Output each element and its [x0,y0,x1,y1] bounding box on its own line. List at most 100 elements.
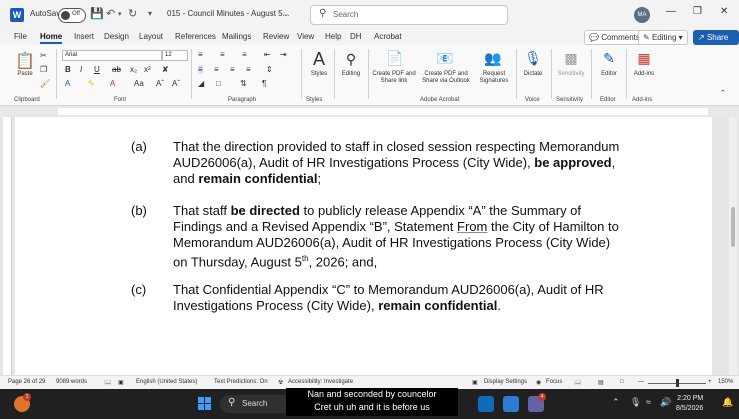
increase-indent-icon[interactable]: ⇥ [280,50,287,59]
minimize-icon[interactable]: — [666,6,676,17]
document-title[interactable]: 015 - Council Minutes - August 5... [167,9,289,18]
outlook-icon[interactable] [478,396,494,412]
font-size-select[interactable]: 12 [162,50,188,61]
document-page[interactable]: (a) That the direction provided to staff … [15,117,712,375]
word-count[interactable]: 9089 words [56,379,87,385]
page-count[interactable]: Page 26 of 29 [8,379,45,385]
sensitivity-icon[interactable]: ▩ [560,50,582,67]
line-spacing-icon[interactable]: ⇕ [266,65,273,74]
share-button[interactable]: ↗ Share ▾ [693,30,739,55]
vertical-scrollbar[interactable] [729,117,737,375]
notifications-icon[interactable]: 🔔 [722,397,733,408]
zoom-level[interactable]: 150% [718,379,733,385]
display-settings-icon[interactable]: ▣ [472,379,478,386]
editor-icon[interactable]: ✎ [598,50,620,67]
sort-icon[interactable]: ⇅ [240,79,247,88]
restore-icon[interactable]: ❐ [693,6,702,17]
volume-icon[interactable]: 🔊 [660,397,671,408]
scrollbar-thumb[interactable] [731,207,735,247]
bold-button[interactable]: B [65,65,71,74]
superscript-button[interactable]: x² [144,65,151,74]
tab-insert[interactable]: Insert [74,32,94,41]
copy-icon[interactable]: ❐ [40,65,47,74]
vertical-ruler[interactable] [3,117,12,375]
addins-icon[interactable]: ▦ [633,50,655,67]
language-status[interactable]: English (United States) [136,379,197,385]
justify-icon[interactable]: ≡ [246,65,251,74]
zoom-in-icon[interactable]: + [708,379,712,385]
close-icon[interactable]: ✕ [720,6,728,17]
change-case-icon[interactable]: Aa [134,79,144,88]
accessibility-status[interactable]: Accessibility: Investigate [288,379,353,385]
undo-icon[interactable]: ↶ [106,7,115,20]
tab-review[interactable]: Review [263,32,289,41]
tab-dh[interactable]: DH [350,32,362,41]
track-icon[interactable]: ▣ [118,379,124,386]
align-center-icon[interactable]: ≡ [214,65,219,74]
request-signatures-icon[interactable]: 👥 [482,50,504,67]
search-box[interactable]: ⚲ Search [310,5,508,25]
shading-icon[interactable]: ◢ [198,79,204,88]
display-settings[interactable]: Display Settings [484,379,527,385]
strikethrough-button[interactable]: ab [112,65,121,74]
tab-help[interactable]: Help [325,32,341,41]
format-painter-icon[interactable]: 🖌 [40,79,50,88]
create-pdf-outlook-icon[interactable]: 📧 [434,50,456,67]
microphone-icon[interactable]: 🎙 [522,50,544,67]
italic-button[interactable]: I [80,65,82,74]
tab-home[interactable]: Home [40,32,63,44]
borders-icon[interactable]: □ [216,79,221,88]
tab-references[interactable]: References [175,32,216,41]
tab-mailings[interactable]: Mailings [222,32,251,41]
system-clock[interactable]: 2:20 PM 8/5/2026 [676,394,703,414]
editing-mode-button[interactable]: ✎ Editing ▾ [638,30,688,45]
tab-file[interactable]: File [14,32,27,41]
text-predictions-status[interactable]: Text Predictions: On [214,379,268,385]
styles-icon[interactable]: A [308,49,330,70]
paste-icon[interactable]: 📋 [14,51,36,71]
word-taskbar-icon[interactable] [503,396,519,412]
avatar[interactable]: MA [634,7,650,23]
customize-qat-icon[interactable]: ▾ [148,9,152,18]
text-effects-icon[interactable]: A [65,79,70,88]
highlight-icon[interactable]: ✎ [88,79,95,88]
cut-icon[interactable]: ✂ [40,51,47,60]
windows-start-icon[interactable] [198,397,212,411]
zoom-slider-thumb[interactable] [676,379,679,387]
clear-formatting-icon[interactable]: ✘ [162,65,169,74]
decrease-indent-icon[interactable]: ⇤ [264,50,271,59]
print-layout-icon[interactable]: ▤ [598,379,604,386]
tab-layout[interactable]: Layout [139,32,163,41]
numbering-icon[interactable]: ≡ [220,50,225,59]
read-mode-icon[interactable]: 📖 [574,379,581,386]
show-marks-icon[interactable]: ¶ [262,79,266,88]
undo-dropdown-icon[interactable]: ▾ [118,10,122,18]
tab-design[interactable]: Design [104,32,129,41]
font-name-select[interactable]: Arial [62,50,162,61]
bullets-icon[interactable]: ≡ [198,50,203,59]
tab-view[interactable]: View [297,32,314,41]
weather-widget-icon[interactable]: 1 [14,393,31,412]
redo-icon[interactable]: ↻ [128,7,137,20]
align-right-icon[interactable]: ≡ [230,65,235,74]
tray-chevron-icon[interactable]: ⌃ [612,397,620,408]
title-dropdown-icon[interactable]: ⌄ [283,10,289,18]
accessibility-icon[interactable]: ☢ [278,379,283,386]
save-icon[interactable]: 💾 [90,7,104,20]
editing-icon[interactable]: ⚲ [340,51,362,68]
subscript-button[interactable]: x₂ [130,65,137,74]
comments-button[interactable]: 💬 Comments [584,30,645,45]
horizontal-ruler[interactable] [0,106,739,117]
create-pdf-share-icon[interactable]: 📄 [384,50,406,67]
tab-acrobat[interactable]: Acrobat [374,32,402,41]
shrink-font-icon[interactable]: Aˇ [172,79,180,88]
wifi-icon[interactable]: ≈ [646,397,651,407]
proofing-icon[interactable]: 📖 [104,379,111,386]
teams-icon[interactable]: 4 [528,393,546,412]
focus-icon[interactable]: ◉ [536,379,541,386]
zoom-out-icon[interactable]: — [638,379,644,385]
autosave-toggle[interactable]: Off [58,8,86,23]
collapse-ribbon-icon[interactable]: ⌃ [720,89,726,97]
font-color-icon[interactable]: A [110,79,115,88]
align-left-icon[interactable]: ≡ [198,65,203,74]
